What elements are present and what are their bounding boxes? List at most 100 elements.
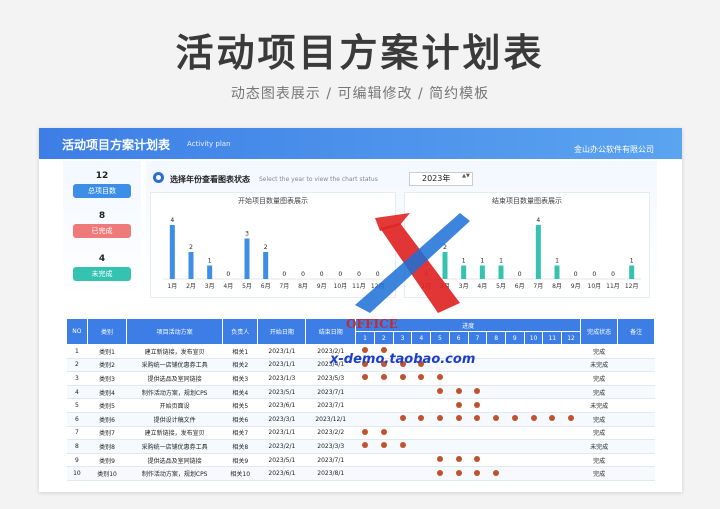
cell-month-1[interactable] xyxy=(355,466,375,481)
cell-status[interactable]: 完成 xyxy=(580,412,618,427)
cell-month-9[interactable] xyxy=(505,412,525,427)
month-header[interactable]: 1 xyxy=(355,331,375,345)
cell-no[interactable]: 7 xyxy=(66,426,88,441)
cell-owner[interactable]: 相关6 xyxy=(222,412,258,427)
table-row[interactable]: 8 类别8 采购统一店铺优惠券工具 相关8 2023/2/1 2023/3/3 未完成 xyxy=(66,439,655,454)
cell-end[interactable]: 2023/7/1 xyxy=(305,453,356,468)
cell-start[interactable]: 2023/5/1 xyxy=(257,453,306,468)
cell-month-10[interactable] xyxy=(524,412,543,427)
table-row[interactable]: 9 类别9 提供选品及室同链接 相关9 2023/5/1 2023/7/1 完成 xyxy=(66,453,655,468)
cell-end[interactable]: 2023/8/1 xyxy=(305,466,356,481)
table-row[interactable]: 5 类别5 开始页面设 相关5 2023/6/1 2023/7/1 未完成 xyxy=(66,398,655,413)
cell-no[interactable]: 6 xyxy=(66,412,88,427)
cell-month-2[interactable] xyxy=(374,466,394,481)
cell-month-12[interactable] xyxy=(561,453,581,468)
cell-month-5[interactable] xyxy=(430,371,450,386)
cell-month-11[interactable] xyxy=(542,385,562,400)
cell-plan[interactable]: 制作活动方案，规划CPS xyxy=(126,385,223,400)
cell-note[interactable] xyxy=(617,439,655,454)
chart-bar[interactable] xyxy=(629,265,635,280)
month-header[interactable]: 4 xyxy=(411,331,432,345)
month-header[interactable]: 5 xyxy=(430,331,450,345)
cell-month-8[interactable] xyxy=(486,358,506,373)
cell-month-12[interactable] xyxy=(561,398,581,413)
table-row[interactable]: 4 类别4 制作活动方案，规划CPS 相关4 2023/5/1 2023/7/1 完成 xyxy=(66,385,655,400)
cell-month-2[interactable] xyxy=(374,371,394,386)
cell-month-3[interactable] xyxy=(393,453,412,468)
cell-month-4[interactable] xyxy=(411,398,431,413)
cell-month-11[interactable] xyxy=(542,466,562,481)
cell-month-8[interactable] xyxy=(486,385,506,400)
month-header[interactable]: 9 xyxy=(504,331,525,345)
cell-month-7[interactable] xyxy=(468,371,487,386)
cell-owner[interactable]: 相关2 xyxy=(222,358,258,373)
cell-month-4[interactable] xyxy=(411,412,431,427)
cell-note[interactable] xyxy=(617,412,655,427)
cell-start[interactable]: 2023/1/3 xyxy=(257,371,306,386)
col-start-date[interactable]: 开始日期 xyxy=(257,318,307,345)
cell-month-8[interactable] xyxy=(486,412,506,427)
cell-month-4[interactable] xyxy=(411,466,431,481)
col-no[interactable]: NO xyxy=(66,318,88,345)
table-row[interactable]: 6 类别6 提供设计稿文件 相关6 2023/3/1 2023/12/1 完成 xyxy=(66,412,655,427)
cell-month-1[interactable] xyxy=(355,398,375,413)
month-header[interactable]: 10 xyxy=(523,331,544,345)
cell-status[interactable]: 完成 xyxy=(580,426,618,441)
cell-note[interactable] xyxy=(617,426,655,441)
cell-cat[interactable]: 类别1 xyxy=(87,344,127,359)
cell-plan[interactable]: 开始页面设 xyxy=(126,398,223,413)
cell-note[interactable] xyxy=(617,358,655,373)
cell-month-10[interactable] xyxy=(524,466,543,481)
cell-month-10[interactable] xyxy=(524,371,543,386)
cell-owner[interactable]: 相关7 xyxy=(222,426,258,441)
cell-status[interactable]: 未完成 xyxy=(580,398,618,413)
cell-plan[interactable]: 提供设计稿文件 xyxy=(126,412,223,427)
cell-no[interactable]: 4 xyxy=(66,385,88,400)
cell-month-7[interactable] xyxy=(468,412,487,427)
cell-owner[interactable]: 相关10 xyxy=(222,466,258,481)
cell-month-10[interactable] xyxy=(524,385,543,400)
cell-month-12[interactable] xyxy=(561,426,581,441)
cell-end[interactable]: 2023/12/1 xyxy=(305,412,356,427)
cell-start[interactable]: 2023/1/1 xyxy=(257,344,306,359)
cell-status[interactable]: 未完成 xyxy=(580,439,618,454)
cell-month-2[interactable] xyxy=(374,398,394,413)
cell-month-10[interactable] xyxy=(524,426,543,441)
cell-cat[interactable]: 类别9 xyxy=(87,453,127,468)
month-header[interactable]: 6 xyxy=(448,331,469,345)
cell-month-8[interactable] xyxy=(486,398,506,413)
cell-month-2[interactable] xyxy=(374,453,394,468)
cell-month-11[interactable] xyxy=(542,439,562,454)
cell-month-12[interactable] xyxy=(561,412,581,427)
cell-month-2[interactable] xyxy=(374,412,394,427)
cell-start[interactable]: 2023/5/1 xyxy=(257,385,306,400)
cell-month-2[interactable] xyxy=(374,385,394,400)
cell-month-8[interactable] xyxy=(486,371,506,386)
cell-no[interactable]: 9 xyxy=(66,453,88,468)
cell-month-1[interactable] xyxy=(355,439,375,454)
cell-note[interactable] xyxy=(617,398,655,413)
cell-month-7[interactable] xyxy=(468,453,487,468)
col-note[interactable]: 备注 xyxy=(617,318,655,345)
table-row[interactable]: 10 类别10 制作活动方案，规划CPS 相关10 2023/6/1 2023/8/1 完成 xyxy=(66,466,655,481)
cell-month-6[interactable] xyxy=(449,426,469,441)
cell-status[interactable]: 完成 xyxy=(580,385,618,400)
cell-cat[interactable]: 类别5 xyxy=(87,398,127,413)
cell-month-8[interactable] xyxy=(486,466,506,481)
cell-month-3[interactable] xyxy=(393,412,412,427)
cell-start[interactable]: 2023/6/1 xyxy=(257,466,306,481)
cell-month-9[interactable] xyxy=(505,371,525,386)
cell-month-1[interactable] xyxy=(355,385,375,400)
cell-month-4[interactable] xyxy=(411,426,431,441)
cell-month-3[interactable] xyxy=(393,371,412,386)
year-select[interactable]: 2023年 ▲▼ xyxy=(409,172,473,186)
cell-status[interactable]: 完成 xyxy=(580,466,618,481)
cell-owner[interactable]: 相关3 xyxy=(222,371,258,386)
cell-month-9[interactable] xyxy=(505,385,525,400)
cell-month-1[interactable] xyxy=(355,426,375,441)
cell-end[interactable]: 2023/5/3 xyxy=(305,371,356,386)
cell-month-4[interactable] xyxy=(411,371,431,386)
chart-bar[interactable] xyxy=(169,225,175,279)
cell-start[interactable]: 2023/1/1 xyxy=(257,358,306,373)
chart-bar[interactable] xyxy=(207,265,213,280)
